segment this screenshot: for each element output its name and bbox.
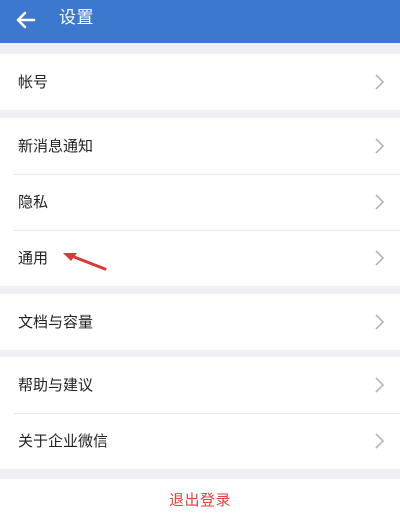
chevron-right-icon (375, 377, 384, 393)
annotation-arrow-icon (63, 253, 107, 271)
settings-item-label: 隐私 (18, 193, 49, 211)
settings-item-label: 关于企业微信 (18, 432, 109, 450)
chevron-right-icon (375, 138, 384, 154)
chevron-right-icon (375, 74, 384, 90)
settings-item-notifications[interactable]: 新消息通知 (0, 118, 400, 174)
settings-item-account[interactable]: 帐号 (0, 54, 400, 110)
logout-button[interactable]: 退出登录 (0, 479, 400, 522)
chevron-right-icon (375, 433, 384, 449)
settings-item-help-feedback[interactable]: 帮助与建议 (0, 357, 400, 413)
page-title: 设置 (59, 8, 94, 28)
settings-item-privacy[interactable]: 隐私 (0, 174, 400, 230)
settings-item-label: 帮助与建议 (18, 376, 94, 394)
settings-group-storage: 文档与容量 (0, 294, 400, 350)
settings-item-label: 帐号 (18, 73, 49, 91)
settings-group-account: 帐号 (0, 54, 400, 110)
settings-item-docs-storage[interactable]: 文档与容量 (0, 294, 400, 350)
settings-item-about[interactable]: 关于企业微信 (0, 413, 400, 469)
settings-item-label: 新消息通知 (18, 137, 94, 155)
settings-item-label: 通用 (18, 249, 49, 267)
chevron-right-icon (375, 194, 384, 210)
back-arrow-icon[interactable] (12, 6, 40, 34)
logout-label: 退出登录 (168, 491, 231, 509)
app-header: 设置 (0, 0, 400, 43)
settings-group-help: 帮助与建议 关于企业微信 (0, 357, 400, 469)
settings-item-label: 文档与容量 (18, 313, 94, 331)
chevron-right-icon (375, 250, 384, 266)
chevron-right-icon (375, 314, 384, 330)
